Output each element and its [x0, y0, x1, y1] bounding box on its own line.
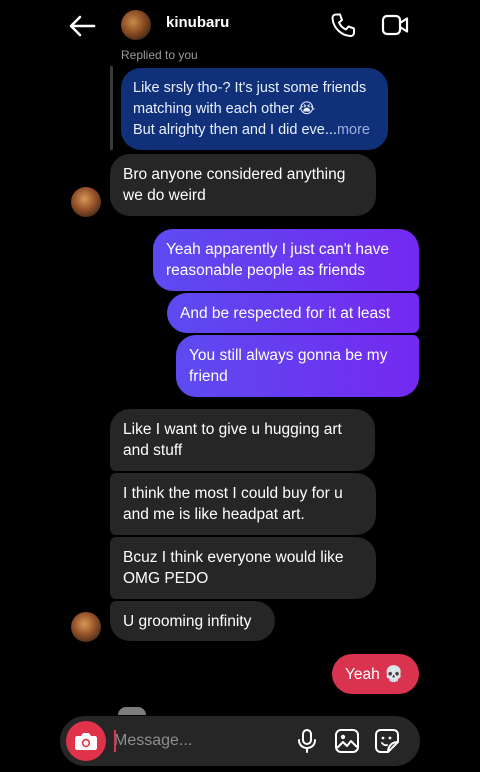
incoming-message-bubble[interactable]: I think the most I could buy for u and m… — [110, 473, 376, 535]
contact-username[interactable]: kinubaru — [166, 14, 229, 31]
chat-header: kinubaru — [0, 0, 480, 52]
reply-indicator-bar — [110, 66, 113, 150]
message-composer — [60, 716, 420, 766]
contact-avatar[interactable] — [121, 10, 151, 40]
message-text-line: and me is like headpat art. — [123, 506, 305, 523]
incoming-message-bubble[interactable]: Like I want to give u hugging art and st… — [110, 409, 375, 471]
message-text-line: OMG PEDO — [123, 570, 209, 587]
microphone-icon[interactable] — [294, 728, 320, 754]
message-input[interactable] — [114, 728, 284, 754]
message-text-line: Bcuz I think everyone would like — [123, 549, 344, 566]
message-text-line: And be respected for it at least — [180, 305, 391, 322]
message-text-line: I think the most I could buy for u — [123, 485, 343, 502]
replied-message-line: matching with each other 😭 — [133, 101, 316, 117]
back-arrow-icon[interactable] — [66, 12, 98, 40]
message-text-line: we do weird — [123, 187, 206, 204]
replied-message-line: But alrighty then and I did eve...more — [133, 122, 370, 138]
text-cursor — [114, 730, 116, 752]
video-call-icon[interactable] — [381, 12, 409, 38]
sticker-icon[interactable] — [374, 728, 400, 754]
sender-avatar[interactable] — [71, 612, 101, 642]
outgoing-message-bubble[interactable]: You still always gonna be my friend — [176, 335, 419, 397]
sender-avatar[interactable] — [71, 187, 101, 217]
replied-message-line: Like srsly tho-? It's just some friends — [133, 80, 367, 96]
incoming-message-bubble[interactable]: U grooming infinity — [110, 601, 275, 641]
outgoing-message-bubble[interactable]: Yeah apparently I just can't have reason… — [153, 229, 419, 291]
camera-button[interactable] — [66, 721, 106, 761]
message-text-line: Yeah 💀 — [345, 666, 404, 683]
message-text-line: U grooming infinity — [123, 613, 252, 630]
message-text-line: Like I want to give u hugging art — [123, 421, 342, 438]
replied-message-bubble[interactable]: Like srsly tho-? It's just some friends … — [121, 68, 388, 150]
message-text-line: friend — [189, 368, 228, 385]
message-text-line: You still always gonna be my — [189, 347, 388, 364]
camera-icon — [75, 733, 97, 750]
incoming-message-bubble[interactable]: Bcuz I think everyone would like OMG PED… — [110, 537, 376, 599]
message-text-line: reasonable people as friends — [166, 262, 366, 279]
more-link[interactable]: more — [337, 122, 370, 138]
typing-avatar-peek — [118, 707, 146, 715]
outgoing-message-bubble[interactable]: And be respected for it at least — [167, 293, 419, 333]
replied-to-label: Replied to you — [121, 48, 198, 62]
outgoing-message-bubble[interactable]: Yeah 💀 — [332, 654, 419, 694]
message-text-line: Bro anyone considered anything — [123, 166, 346, 183]
message-text-line: Yeah apparently I just can't have — [166, 241, 389, 258]
incoming-message-bubble[interactable]: Bro anyone considered anything we do wei… — [110, 154, 376, 216]
message-text-line: and stuff — [123, 442, 183, 459]
phone-call-icon[interactable] — [330, 12, 356, 38]
gallery-icon[interactable] — [334, 728, 360, 754]
